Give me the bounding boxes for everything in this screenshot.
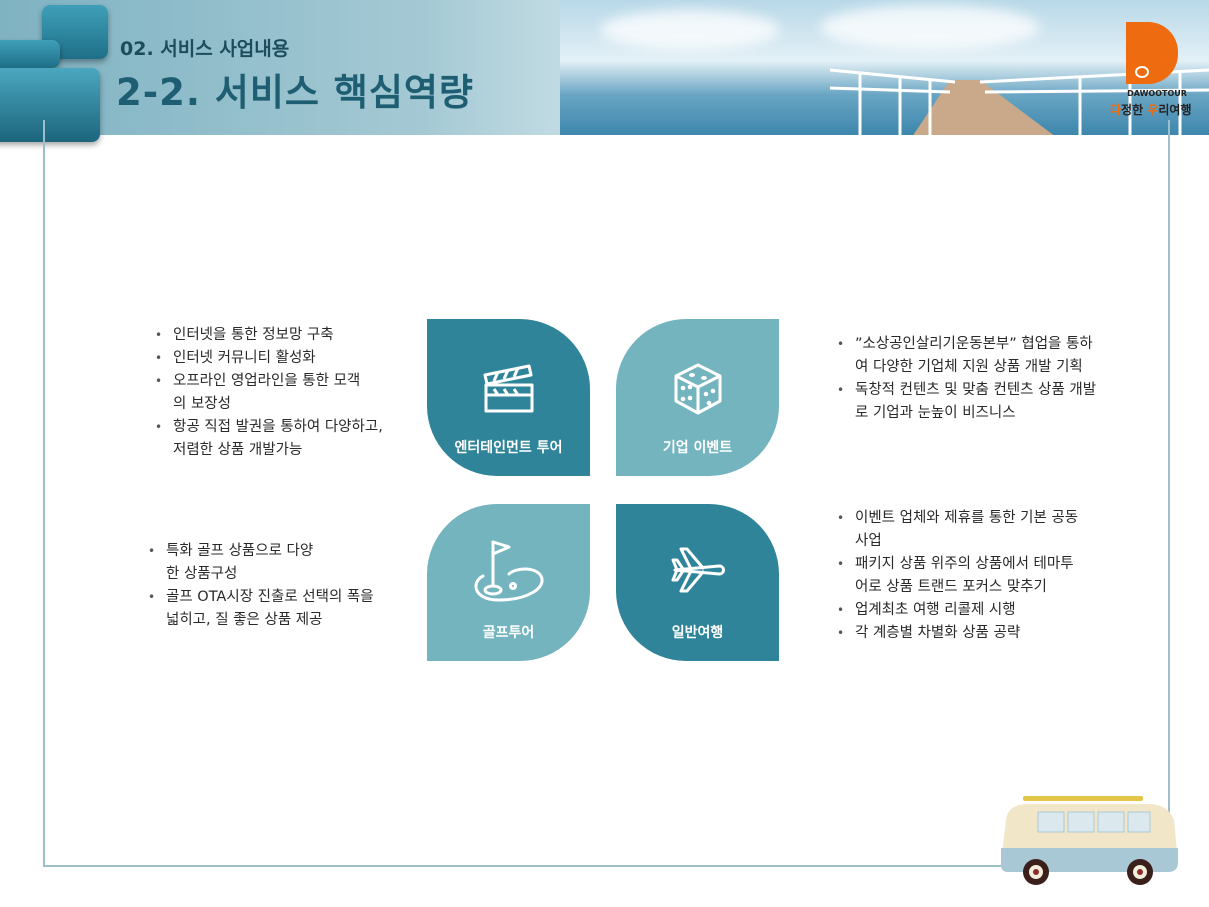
list-item: 항공 직접 발권을 통하여 다양하고, 저렴한 상품 개발가능 <box>153 416 385 462</box>
tile-corporate-event: 기업 이벤트 <box>616 319 779 476</box>
tile-label: 기업 이벤트 <box>662 440 733 456</box>
list-item: 이벤트 업체와 제휴를 통한 기본 공동 사업 <box>835 507 1083 553</box>
brand-slogan: 다정한 우리여행 <box>1110 101 1191 118</box>
list-item: 인터넷을 통한 정보망 구축 <box>153 324 393 347</box>
tile-label: 엔터테인먼트 투어 <box>454 440 563 456</box>
brand-name: DAWOOTOUR <box>1127 89 1187 98</box>
slogan-part: 정한 <box>1121 103 1148 117</box>
tile-general-travel: 일반여행 <box>616 504 779 661</box>
list-entertainment: 인터넷을 통한 정보망 구축 인터넷 커뮤니티 활성화 오프라인 영업라인을 통… <box>153 324 393 462</box>
list-item: 오프라인 영업라인을 통한 모객의 보장성 <box>153 370 373 416</box>
slogan-part: 다 <box>1110 103 1122 117</box>
van-illustration <box>1000 796 1178 885</box>
list-corporate-event: ”소상공인살리기운동본부” 협업을 통하여 다양한 기업체 지원 상품 개발 기… <box>835 333 1105 425</box>
slogan-part: 리여행 <box>1158 103 1192 117</box>
slogan-part: 우 <box>1147 103 1159 117</box>
list-item: 특화 골프 상품으로 다양한 상품구성 <box>146 540 316 586</box>
tile-entertainment-tour: 엔터테인먼트 투어 <box>427 319 590 476</box>
cloud <box>820 5 1040 50</box>
tile-label: 일반여행 <box>671 625 724 641</box>
cloud <box>600 10 780 50</box>
golf-flag-icon <box>473 540 544 602</box>
logo-eye-icon <box>1135 66 1149 78</box>
clapperboard-icon <box>483 364 533 413</box>
list-general-travel: 이벤트 업체와 제휴를 통한 기본 공동 사업 패키지 상품 위주의 상품에서 … <box>835 507 1095 645</box>
list-golf: 특화 골프 상품으로 다양한 상품구성 골프 OTA시장 진출로 선택의 폭을 … <box>146 540 396 632</box>
airplane-icon <box>671 547 725 593</box>
list-item: 패키지 상품 위주의 상품에서 테마투어로 상품 트랜드 포커스 맞추기 <box>835 553 1075 599</box>
dice-icon <box>674 363 721 415</box>
page-title: 2-2. 서비스 핵심역량 <box>116 71 474 114</box>
tile-golf-tour: 골프투어 <box>427 504 590 661</box>
list-item: 업계최초 여행 리콜제 시행 <box>835 599 1095 622</box>
section-subtitle: 02. 서비스 사업내용 <box>120 38 290 60</box>
content-frame <box>43 120 1170 867</box>
list-item: ”소상공인살리기운동본부” 협업을 통하여 다양한 기업체 지원 상품 개발 기… <box>835 333 1093 379</box>
tile-label: 골프투어 <box>482 625 535 641</box>
list-item: 각 계층별 차별화 상품 공략 <box>835 622 1095 645</box>
list-item: 인터넷 커뮤니티 활성화 <box>153 347 393 370</box>
suitcase-middle <box>0 40 60 68</box>
list-item: 독창적 컨텐츠 및 맞춤 컨텐츠 상품 개발로 기업과 눈높이 비즈니스 <box>835 379 1105 425</box>
list-item: 골프 OTA시장 진출로 선택의 폭을 넓히고, 질 좋은 상품 제공 <box>146 586 384 632</box>
